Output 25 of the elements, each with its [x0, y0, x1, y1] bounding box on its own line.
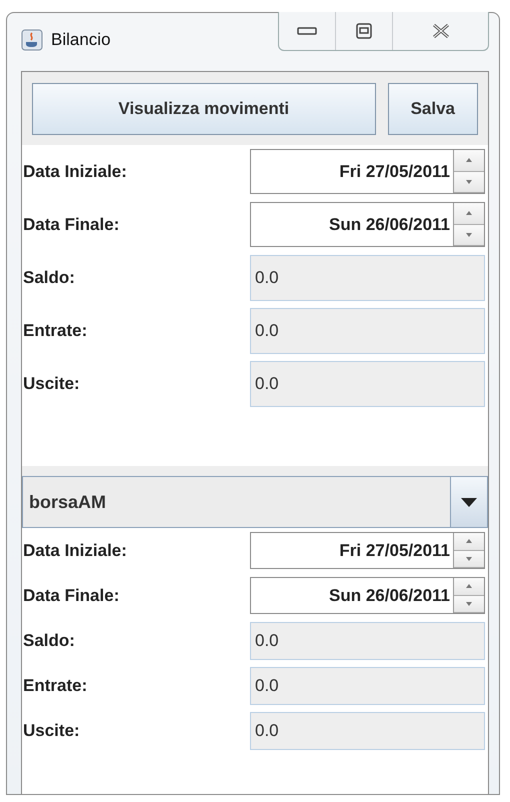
minimize-icon [297, 26, 317, 36]
readonly-field: 0.0 [250, 622, 485, 660]
readonly-field: 0.0 [250, 360, 485, 406]
readonly-field: 0.0 [250, 254, 485, 300]
field-label: Entrate: [22, 676, 88, 696]
dropdown-arrow-icon [461, 498, 477, 506]
coffee-cup-icon [21, 29, 43, 51]
field-label: Entrate: [22, 320, 88, 340]
readonly-field: 0.0 [250, 308, 485, 354]
field-label: Uscite: [22, 720, 80, 740]
field-label: Saldo: [22, 268, 75, 288]
readonly-field: 0.0 [250, 666, 485, 704]
field-label: Data Finale: [22, 214, 120, 234]
field-label: Saldo: [22, 630, 75, 650]
account-dropdown[interactable]: borsaAM [22, 476, 488, 528]
close-icon [432, 23, 450, 39]
maximize-icon [356, 23, 372, 39]
window-title: Bilancio [51, 30, 111, 50]
field-label: Uscite: [22, 374, 80, 394]
readonly-field: 0.0 [250, 712, 485, 750]
field-label: Data Finale: [22, 586, 120, 606]
field-label: Data Iniziale: [22, 540, 127, 560]
save-button[interactable]: Salva [388, 83, 478, 135]
field-label: Data Iniziale: [22, 162, 127, 182]
show-movements-button[interactable]: Visualizza movimenti [32, 83, 376, 135]
